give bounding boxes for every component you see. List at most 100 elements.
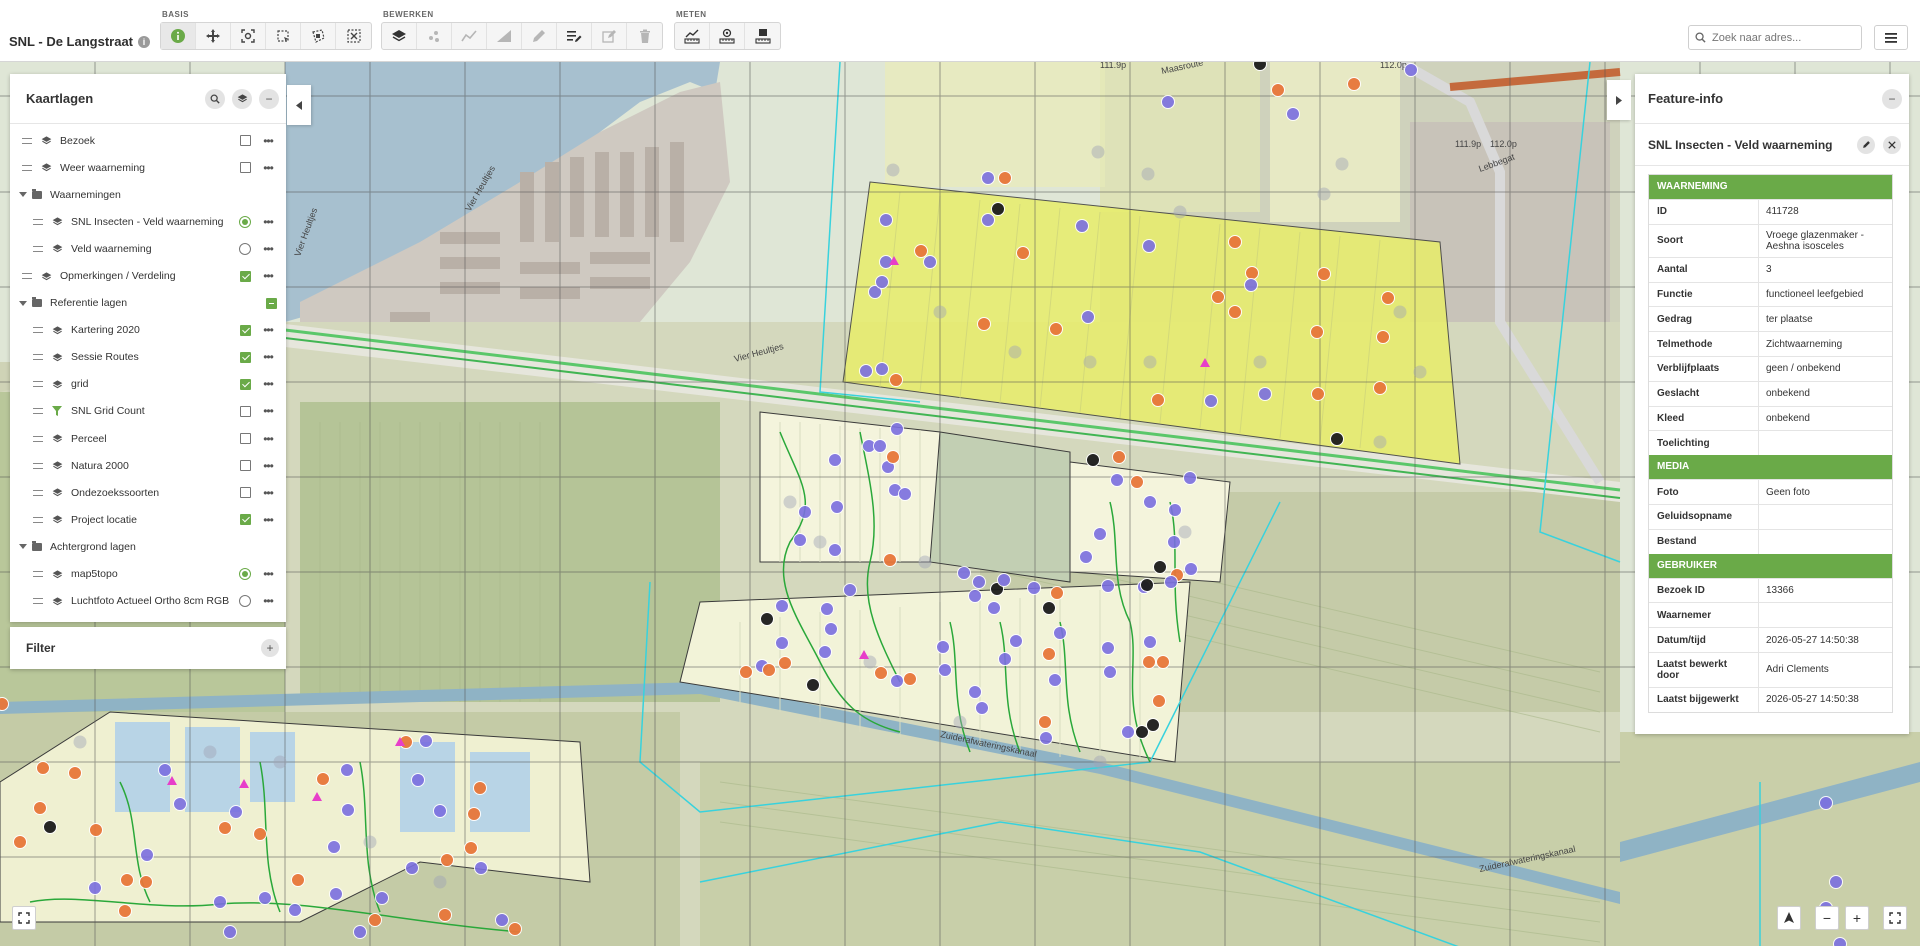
faded-observation-marker[interactable] [273, 755, 287, 769]
collapse-feature-info-button[interactable] [1607, 80, 1631, 120]
observation-marker[interactable] [1042, 601, 1056, 615]
observation-marker[interactable] [1053, 626, 1067, 640]
observation-marker[interactable] [1833, 937, 1847, 946]
observation-marker[interactable] [419, 734, 433, 748]
observation-marker[interactable] [327, 840, 341, 854]
observation-marker[interactable] [229, 805, 243, 819]
drag-handle-icon[interactable] [33, 462, 43, 469]
observation-marker[interactable] [440, 853, 454, 867]
observation-marker[interactable] [873, 439, 887, 453]
observation-marker[interactable] [820, 602, 834, 616]
observation-marker[interactable] [1142, 655, 1156, 669]
observation-marker[interactable] [36, 761, 50, 775]
drag-handle-icon[interactable] [22, 273, 32, 280]
faded-observation-marker[interactable] [933, 305, 947, 319]
edit-feature-button[interactable] [1857, 135, 1875, 154]
observation-marker[interactable] [1130, 475, 1144, 489]
observation-marker[interactable] [1168, 503, 1182, 517]
map-canvas[interactable]: Vier Heultjes Vier Heultjes Vier Heultje… [0, 62, 1920, 946]
observation-marker[interactable] [936, 640, 950, 654]
observation-marker[interactable] [1244, 278, 1258, 292]
layer-row[interactable]: Natura 2000 ••• [10, 452, 286, 479]
faded-observation-marker[interactable] [813, 535, 827, 549]
drag-handle-icon[interactable] [22, 164, 32, 171]
observation-marker[interactable] [375, 891, 389, 905]
observation-marker[interactable] [793, 533, 807, 547]
collapse-layers-button[interactable] [287, 85, 311, 125]
faded-observation-marker[interactable] [953, 715, 967, 729]
more-options-icon[interactable]: ••• [260, 215, 276, 229]
layer-visibility-checkbox[interactable] [240, 270, 251, 282]
observation-marker[interactable] [1009, 634, 1023, 648]
faded-observation-marker[interactable] [363, 835, 377, 849]
observation-marker[interactable] [1039, 731, 1053, 745]
observation-marker[interactable] [1050, 586, 1064, 600]
observation-marker[interactable] [1204, 394, 1218, 408]
locate-button[interactable] [1777, 906, 1801, 930]
add-filter-button[interactable]: + [261, 639, 279, 657]
observation-marker[interactable] [889, 373, 903, 387]
observation-marker[interactable] [288, 903, 302, 917]
layer-row[interactable]: Achtergrond lagen [10, 533, 286, 560]
observation-marker[interactable] [474, 861, 488, 875]
faded-observation-marker[interactable] [1317, 187, 1331, 201]
observation-marker[interactable] [13, 835, 27, 849]
observation-marker[interactable] [991, 202, 1005, 216]
observation-marker[interactable] [1184, 562, 1198, 576]
layer-row[interactable]: Kartering 2020 ••• [10, 317, 286, 344]
observation-marker[interactable] [1042, 647, 1056, 661]
zoom-out-button[interactable]: − [1815, 906, 1839, 930]
observation-marker[interactable] [433, 804, 447, 818]
observation-marker[interactable] [1027, 581, 1041, 595]
drag-handle-icon[interactable] [22, 137, 32, 144]
observation-marker[interactable] [1381, 291, 1395, 305]
observation-marker[interactable] [977, 317, 991, 331]
observation-marker[interactable] [806, 678, 820, 692]
layer-row[interactable]: Sessie Routes ••• [10, 344, 286, 371]
more-options-icon[interactable]: ••• [260, 404, 276, 418]
observation-marker[interactable] [1153, 560, 1167, 574]
observation-marker[interactable] [1258, 387, 1272, 401]
drag-handle-icon[interactable] [33, 435, 43, 442]
faded-observation-marker[interactable] [203, 745, 217, 759]
observation-marker[interactable] [968, 685, 982, 699]
observation-marker[interactable] [1049, 322, 1063, 336]
pan-tool-button[interactable] [196, 23, 231, 49]
observation-marker[interactable] [1075, 219, 1089, 233]
measure-area-tool-button[interactable] [745, 23, 780, 49]
observation-marker[interactable] [1079, 550, 1093, 564]
observation-marker[interactable] [1310, 325, 1324, 339]
observation-marker[interactable] [411, 773, 425, 787]
observation-marker[interactable] [405, 861, 419, 875]
layer-row[interactable]: map5topo ••• [10, 561, 286, 588]
observation-marker[interactable] [874, 666, 888, 680]
close-feature-button[interactable] [1883, 135, 1901, 154]
more-options-icon[interactable]: ••• [260, 377, 276, 391]
faded-observation-marker[interactable] [1335, 157, 1349, 171]
layer-row[interactable]: Luchtfoto Actueel Ortho 8cm RGB ••• [10, 588, 286, 615]
observation-marker[interactable] [1376, 330, 1390, 344]
layer-edit-tool-button[interactable] [382, 23, 417, 49]
observation-marker[interactable] [1101, 579, 1115, 593]
observation-marker[interactable] [43, 820, 57, 834]
observation-marker[interactable] [938, 663, 952, 677]
observation-marker[interactable] [778, 656, 792, 670]
observation-marker[interactable] [258, 891, 272, 905]
layer-visibility-checkbox[interactable] [240, 405, 251, 417]
observation-marker[interactable] [0, 697, 9, 711]
address-search-input[interactable] [1712, 31, 1852, 44]
observation-marker[interactable] [981, 171, 995, 185]
faded-observation-marker[interactable] [1141, 167, 1155, 181]
more-options-icon[interactable]: ••• [260, 242, 276, 256]
drag-handle-icon[interactable] [33, 571, 43, 578]
observation-marker[interactable] [508, 922, 522, 936]
drag-handle-icon[interactable] [33, 327, 43, 334]
observation-marker[interactable] [1121, 725, 1135, 739]
clear-selection-tool-button[interactable] [336, 23, 371, 49]
observation-marker[interactable] [1151, 393, 1165, 407]
observation-marker[interactable] [467, 807, 481, 821]
observation-marker[interactable] [1048, 673, 1062, 687]
observation-marker[interactable] [1404, 63, 1418, 77]
layer-visibility-checkbox[interactable] [240, 135, 251, 147]
observation-marker[interactable] [120, 873, 134, 887]
